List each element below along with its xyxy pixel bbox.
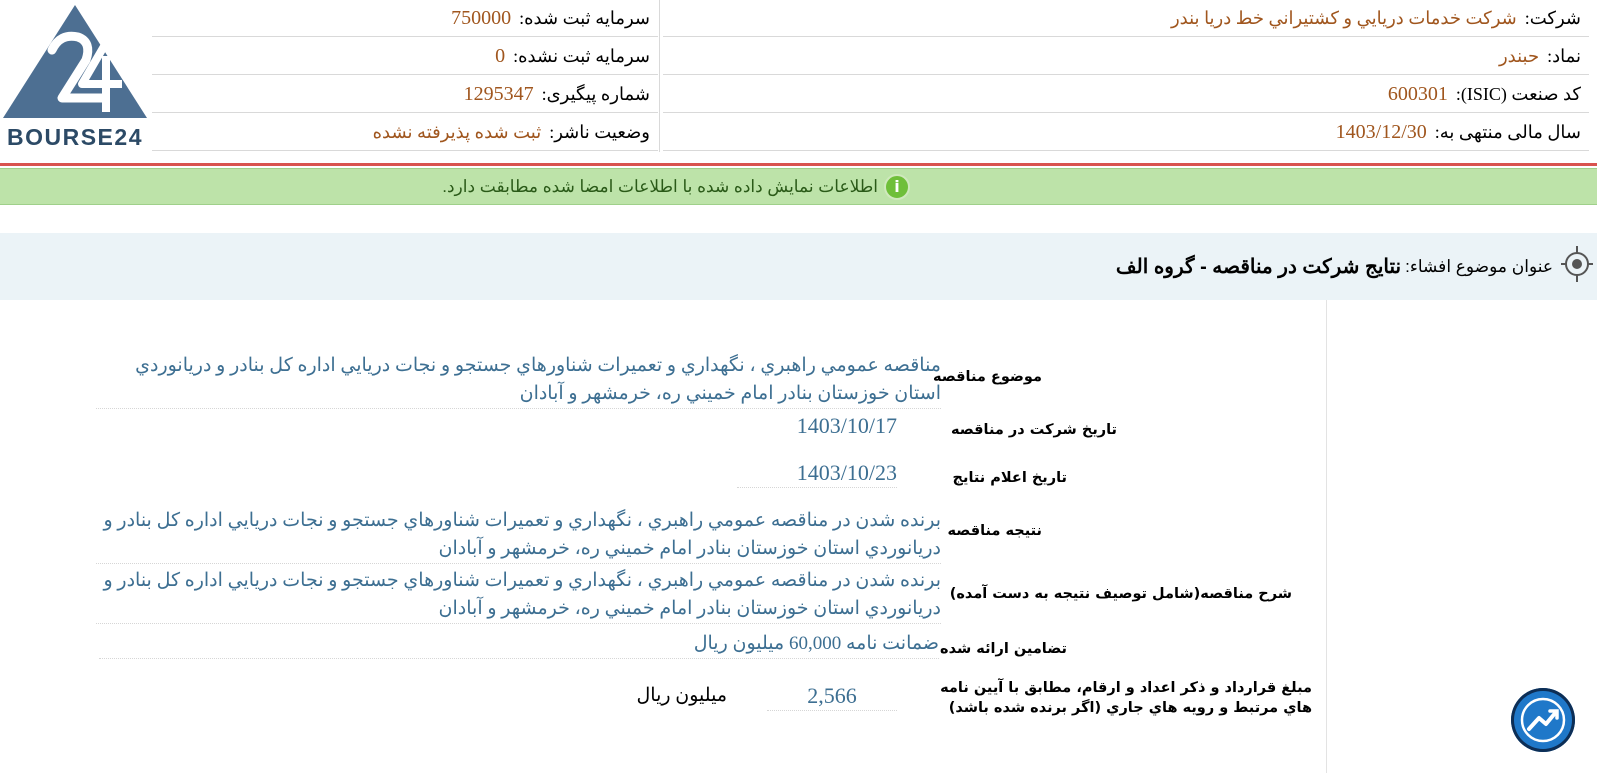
detail-value-results-date: 1403/10/23 — [737, 459, 897, 488]
isic-value: 600301 — [1387, 82, 1448, 105]
info-icon: i — [884, 173, 910, 200]
bourse24-logo[interactable]: BOURSE24 — [0, 0, 150, 152]
unregistered-capital-row: سرمایه ثبت نشده: 0 — [152, 38, 658, 75]
sidebar-divider — [1326, 300, 1327, 773]
publisher-status-label: وضعیت ناشر: — [549, 121, 650, 142]
company-label: شرکت: — [1524, 7, 1581, 28]
detail-label-guarantees: تضامين ارائه شده — [940, 641, 1067, 657]
detail-label-participation-date: تاريخ شرکت در مناقصه — [950, 422, 1117, 438]
trend-chart-button[interactable] — [1511, 688, 1575, 752]
publisher-status-row: وضعیت ناشر: ثبت شده پذیرفته نشده — [152, 114, 658, 151]
verification-notice: i اطلاعات نمایش داده شده با اطلاعات امضا… — [0, 168, 1597, 205]
detail-label-contract-amount: مبلغ قرارداد و ذکر اعداد و ارقام، مطابق … — [940, 680, 1312, 716]
detail-value-description: برنده شدن در مناقصه عمومي راهبري ، نگهدا… — [96, 567, 941, 624]
detail-label-description: شرح مناقصه(شامل توصيف نتيجه به دست آمده) — [949, 586, 1292, 602]
detail-value-result: برنده شدن در مناقصه عمومي راهبري ، نگهدا… — [96, 507, 941, 564]
symbol-row: نماد: حبندر — [663, 38, 1589, 75]
detail-unit-contract-amount: ميليون ريال — [636, 685, 727, 706]
notice-message: اطلاعات نمایش داده شده با اطلاعات امضا ش… — [442, 176, 878, 196]
publisher-status-value: ثبت شده پذیرفته نشده — [372, 121, 542, 142]
logo-text: BOURSE24 — [7, 124, 143, 150]
fiscal-year-row: سال مالی منتهی به: 1403/12/30 — [663, 114, 1589, 151]
registered-capital-label: سرمایه ثبت شده: — [519, 7, 650, 28]
header-divider — [659, 0, 660, 152]
detail-value-participation-date: 1403/10/17 — [796, 413, 897, 438]
tracking-number-value: 1295347 — [463, 82, 534, 105]
isic-row: کد صنعت (ISIC): 600301 — [663, 76, 1589, 113]
tracking-number-row: شماره پیگیری: 1295347 — [152, 76, 658, 113]
detail-value-contract-amount: 2,566 — [767, 682, 897, 711]
fiscal-year-label: سال مالی منتهی به: — [1434, 121, 1581, 142]
trend-arrow-icon — [1520, 697, 1566, 743]
detail-value-subject: مناقصه عمومي راهبري ، نگهداري و تعميرات … — [96, 352, 941, 409]
unregistered-capital-value: 0 — [495, 44, 506, 67]
detail-label-results-date: تاريخ اعلام نتايج — [952, 470, 1067, 486]
symbol-label: نماد: — [1547, 45, 1581, 66]
tracking-number-label: شماره پیگیری: — [541, 83, 650, 104]
registered-capital-row: سرمایه ثبت شده: 750000 — [152, 0, 658, 37]
disclosure-title-value: نتایج شرکت در مناقصه - گروه الف — [1115, 256, 1402, 278]
company-row: شرکت: شرکت خدمات دريايي و کشتيراني خط در… — [663, 0, 1589, 37]
disclosure-title-band: عنوان موضوع افشاء: نتایج شرکت در مناقصه … — [0, 233, 1597, 300]
fiscal-year-value: 1403/12/30 — [1335, 120, 1427, 143]
disclosure-title-label: عنوان موضوع افشاء: — [1405, 256, 1553, 276]
isic-label: کد صنعت (ISIC): — [1455, 83, 1581, 104]
target-icon — [1561, 244, 1593, 289]
unregistered-capital-label: سرمایه ثبت نشده: — [513, 45, 650, 66]
detail-value-guarantees: ضمانت نامه 60,000 ميليون ريال — [99, 630, 939, 659]
company-value: شرکت خدمات دريايي و کشتيراني خط دريا بند… — [1170, 7, 1517, 28]
registered-capital-value: 750000 — [451, 6, 512, 29]
header-separator — [0, 163, 1597, 166]
symbol-value[interactable]: حبندر — [1499, 46, 1539, 67]
